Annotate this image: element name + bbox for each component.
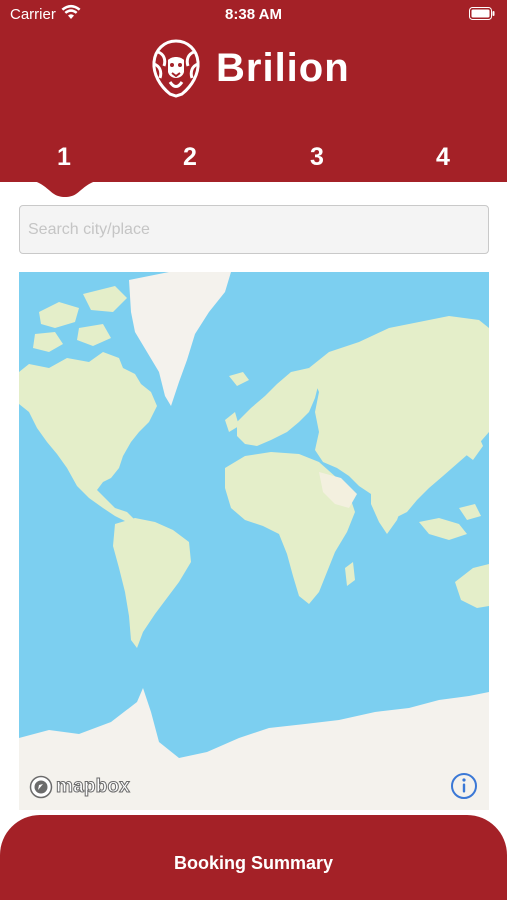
brand-logo: Brilion (150, 38, 360, 98)
map-attribution[interactable]: mapbox (29, 775, 130, 799)
info-icon[interactable] (450, 772, 478, 800)
step-4[interactable]: 4 (423, 140, 463, 174)
lion-head-icon (152, 39, 200, 98)
battery-icon (469, 7, 495, 20)
status-time: 8:38 AM (225, 6, 282, 23)
brand-name: Brilion (216, 46, 350, 90)
mapbox-logo-icon (29, 775, 53, 799)
app-header: Carrier 8:38 AM Brilion 1 2 3 4 (0, 0, 507, 182)
search-input[interactable] (19, 205, 489, 254)
step-indicator: 1 2 3 4 (0, 140, 507, 174)
active-step-notch (30, 180, 100, 197)
status-bar: Carrier 8:38 AM (0, 0, 507, 30)
step-2[interactable]: 2 (170, 140, 210, 174)
mapbox-wordmark: mapbox (55, 776, 131, 798)
booking-summary-button[interactable]: Booking Summary (0, 815, 507, 900)
world-map[interactable]: mapbox (19, 272, 489, 810)
step-3[interactable]: 3 (297, 140, 337, 174)
map-tiles (19, 272, 489, 810)
step-1[interactable]: 1 (44, 140, 84, 174)
booking-summary-label: Booking Summary (173, 853, 334, 873)
